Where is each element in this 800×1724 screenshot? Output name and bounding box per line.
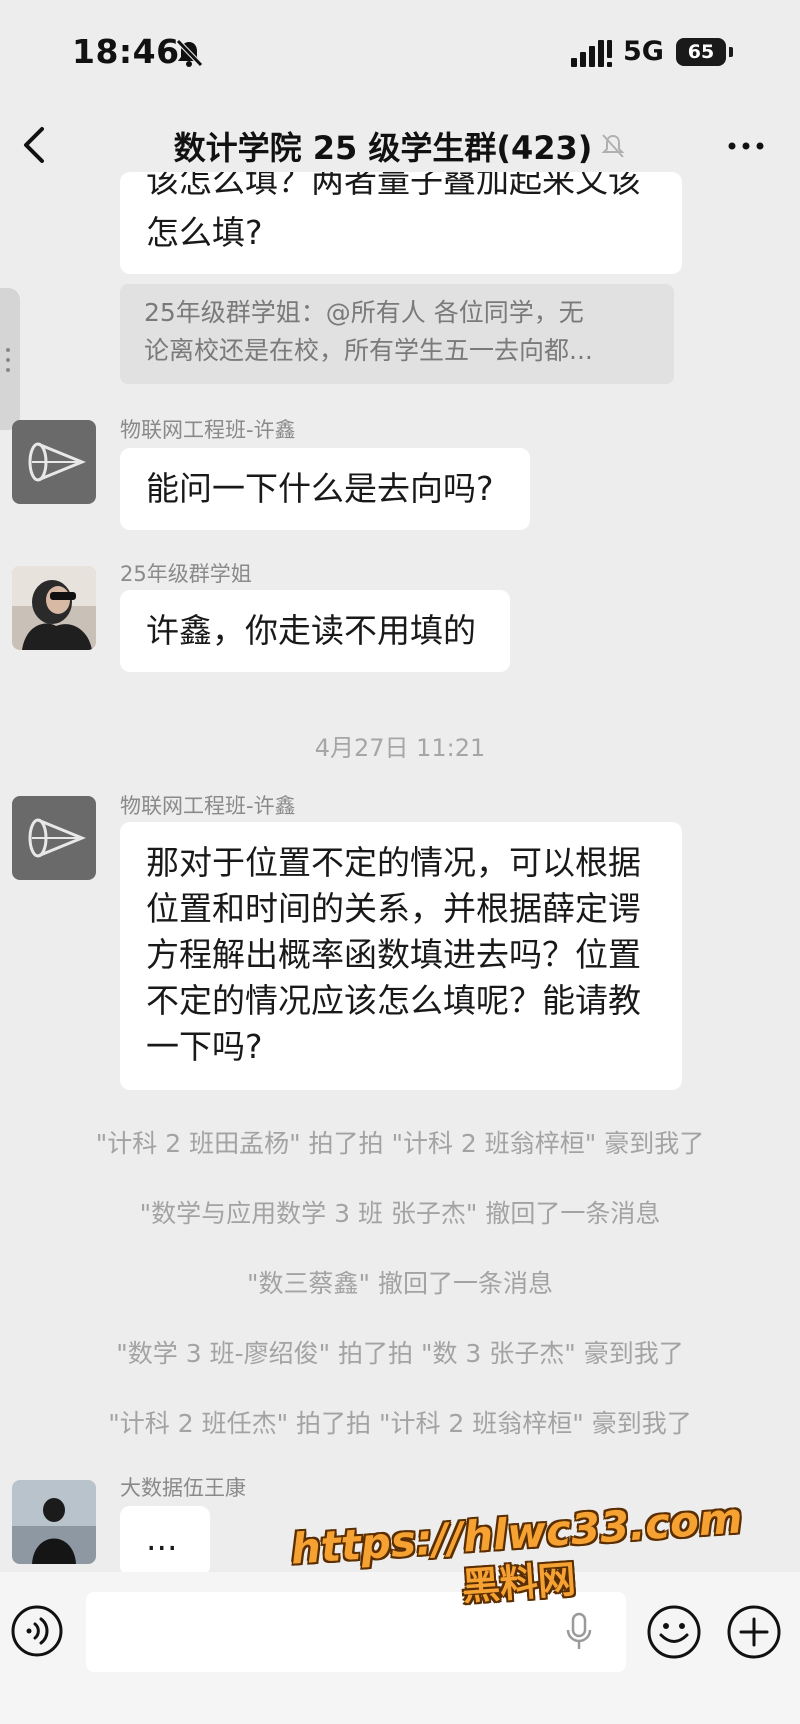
message-line: 方程解出概率函数填进去吗？位置 [146,935,641,974]
message-bubble[interactable]: 能问一下什么是去向吗? [120,448,530,530]
message-bubble[interactable]: 许鑫，你走读不用填的 [120,590,510,672]
sender-name: 25年级群学姐 [120,562,252,586]
quote-line: 论离校还是在校，所有学生五一去向都... [144,336,593,365]
system-message: "数三蔡鑫" 撤回了一条消息 [247,1269,553,1298]
avatar[interactable] [12,566,96,650]
bell-off-icon [176,39,203,67]
system-message: "计科 2 班任杰" 拍了拍 "计科 2 班翁梓桓" 豪到我了 [108,1409,692,1438]
message-bubble[interactable]: 该怎么填？两者量子叠加起来又该 怎么填? [120,172,682,274]
message-text: 许鑫，你走读不用填的 [146,611,476,650]
handle-dot [6,358,10,362]
avatar[interactable] [12,796,96,880]
message-line: 位置和时间的关系，并根据薛定谔 [146,889,641,928]
avatar[interactable] [12,420,96,504]
message-line: 一下吗? [146,1027,263,1066]
plus-icon[interactable] [726,1604,782,1660]
sender-name: 物联网工程班-许鑫 [120,418,296,442]
group-name: 数计学院 25 级学生群(423) [173,129,593,167]
chat-title: 数计学院 25 级学生群(423) [0,123,800,169]
battery-nub [729,47,733,57]
signal-icon [571,40,612,67]
emoji-icon[interactable] [646,1604,702,1660]
handle-dot [6,368,10,372]
sender-name: 大数据伍王康 [120,1476,246,1500]
message-line: 不定的情况应该怎么填呢？能请教 [146,981,641,1020]
system-message: "计科 2 班田孟杨" 拍了拍 "计科 2 班翁梓桓" 豪到我了 [95,1129,705,1158]
voice-icon[interactable] [10,1604,64,1658]
battery-icon: 65 [676,38,726,66]
system-message: "数学 3 班-廖绍俊" 拍了拍 "数 3 张子杰" 豪到我了 [116,1339,684,1368]
avatar[interactable] [12,1480,96,1564]
sender-name: 物联网工程班-许鑫 [120,794,296,818]
status-time: 18:46 [72,32,180,71]
message-text: ... [146,1519,178,1558]
floating-window-handle[interactable] [0,288,20,430]
message-line: 怎么填? [146,213,263,252]
mute-icon [602,134,625,158]
message-line: 那对于位置不定的情况，可以根据 [146,843,641,882]
network-type: 5G [623,36,664,67]
message-line: 该怎么填？两者量子叠加起来又该 [146,172,641,200]
handle-dot [6,348,10,352]
mic-icon[interactable] [566,1612,592,1652]
quoted-message[interactable]: 25年级群学姐：@所有人 各位同学，无 论离校还是在校，所有学生五一去向都... [120,284,674,384]
message-bubble[interactable]: 那对于位置不定的情况，可以根据 位置和时间的关系，并根据薛定谔 方程解出概率函数… [120,822,682,1090]
system-message: "数学与应用数学 3 班 张子杰" 撤回了一条消息 [139,1199,661,1228]
status-bar: 18:46 5G 65 [0,0,800,105]
quote-line: 25年级群学姐：@所有人 各位同学，无 [144,298,584,327]
message-text: 能问一下什么是去向吗? [146,469,494,508]
more-icon[interactable] [724,129,768,163]
message-bubble[interactable]: ... [120,1506,210,1576]
timestamp: 4月27日 11:21 [314,734,486,762]
